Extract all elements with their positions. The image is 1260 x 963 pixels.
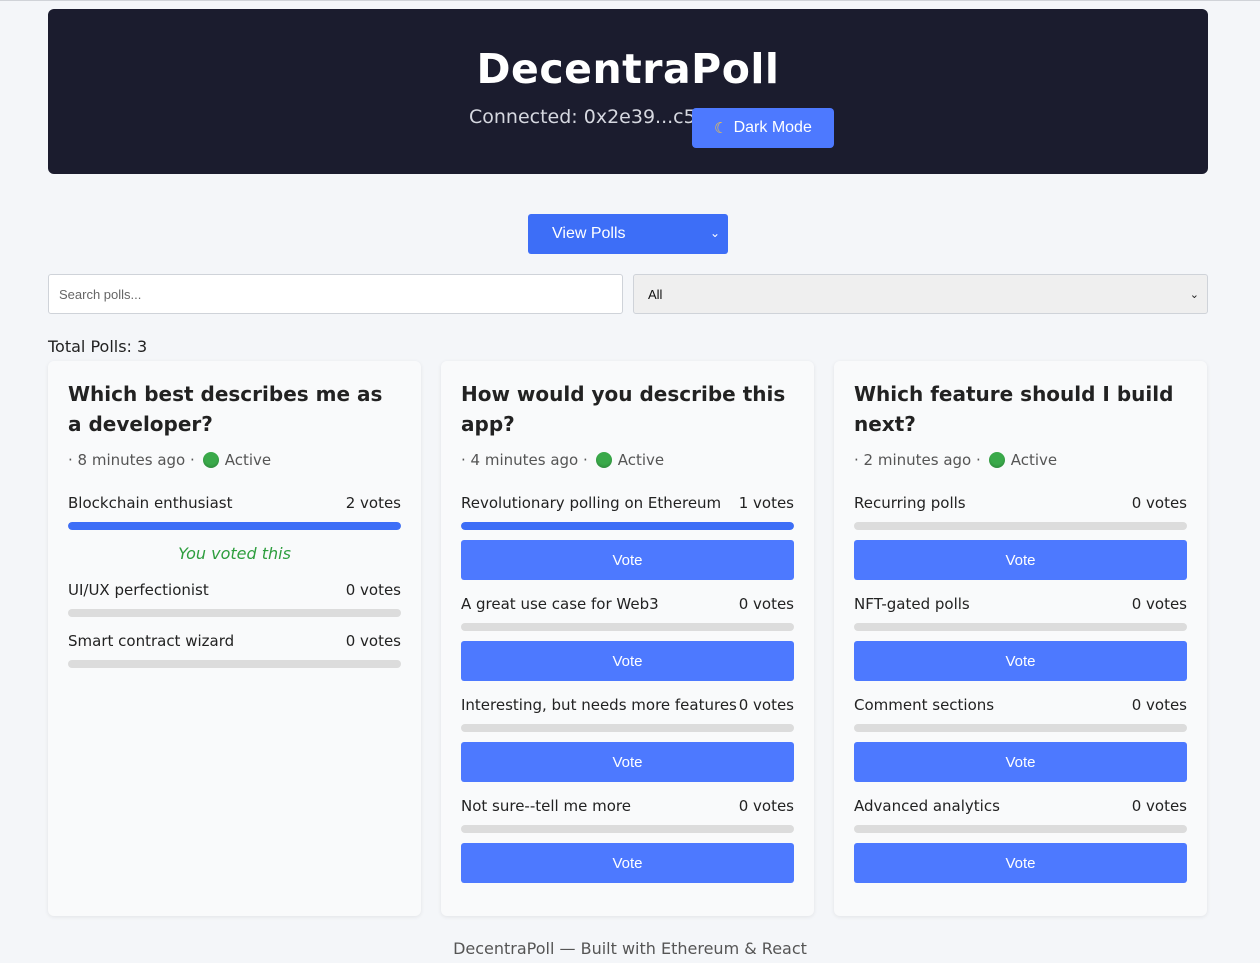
option-label: Not sure--tell me more xyxy=(461,797,631,815)
vote-progress-bar xyxy=(854,623,1187,631)
poll-option: Interesting, but needs more features 0 v… xyxy=(461,696,794,782)
vote-progress-bar xyxy=(854,724,1187,732)
option-votes: 0 votes xyxy=(1131,696,1187,714)
vote-progress-bar xyxy=(461,825,794,833)
vote-button[interactable]: Vote xyxy=(854,843,1187,883)
vote-button[interactable]: Vote xyxy=(461,540,794,580)
poll-meta: · 4 minutes ago · Active xyxy=(461,451,664,469)
poll-option: Revolutionary polling on Ethereum 1 vote… xyxy=(461,494,794,580)
poll-option: Smart contract wizard 0 votes xyxy=(68,632,401,668)
option-votes: 0 votes xyxy=(1131,797,1187,815)
active-status-icon xyxy=(988,452,1005,468)
option-label: Smart contract wizard xyxy=(68,632,235,650)
vote-button[interactable]: Vote xyxy=(854,742,1187,782)
option-votes: 0 votes xyxy=(738,797,794,815)
poll-time: · 4 minutes ago · xyxy=(461,451,588,469)
vote-button[interactable]: Vote xyxy=(461,641,794,681)
vote-progress-bar xyxy=(461,724,794,732)
poll-title: Which feature should I build next? xyxy=(854,382,1174,436)
poll-option: A great use case for Web3 0 votes Vote xyxy=(461,595,794,681)
wallet-address: Connected: 0x2e39...c5b9 xyxy=(469,106,720,128)
vote-button[interactable]: Vote xyxy=(854,540,1187,580)
poll-meta: · 8 minutes ago · Active xyxy=(68,451,271,469)
vote-button[interactable]: Vote xyxy=(461,742,794,782)
vote-progress-bar xyxy=(68,609,401,617)
option-label: Revolutionary polling on Ethereum xyxy=(461,494,722,512)
option-votes: 0 votes xyxy=(1131,595,1187,613)
vote-progress-bar xyxy=(68,522,401,530)
poll-title: Which best describes me as a developer? xyxy=(68,382,383,436)
vote-progress-bar xyxy=(854,522,1187,530)
poll-status: Active xyxy=(1010,451,1058,469)
page-footer: DecentraPoll — Built with Ethereum & Rea… xyxy=(453,939,807,958)
poll-title: How would you describe this app? xyxy=(461,382,786,436)
poll-meta: · 2 minutes ago · Active xyxy=(854,451,1057,469)
poll-card: How would you describe this app? · 4 min… xyxy=(441,361,814,916)
option-label: UI/UX perfectionist xyxy=(68,581,209,599)
view-select[interactable]: View Polls ⌄ xyxy=(528,214,728,254)
option-votes: 2 votes xyxy=(345,494,401,512)
dark-mode-button[interactable]: ☾ Dark Mode xyxy=(692,108,834,148)
option-label: Interesting, but needs more features xyxy=(461,696,737,714)
status-filter-select[interactable]: All ⌄ xyxy=(633,274,1208,314)
active-status-icon xyxy=(595,452,612,468)
vote-button[interactable]: Vote xyxy=(854,641,1187,681)
moon-icon: ☾ xyxy=(714,120,728,137)
poll-option: UI/UX perfectionist 0 votes xyxy=(68,581,401,617)
poll-option: Recurring polls 0 votes Vote xyxy=(854,494,1187,580)
vote-progress-bar xyxy=(461,522,794,530)
option-votes: 0 votes xyxy=(345,632,401,650)
option-votes: 1 votes xyxy=(738,494,794,512)
app-title: DecentraPoll xyxy=(476,45,780,93)
poll-card: Which feature should I build next? · 2 m… xyxy=(834,361,1207,916)
vote-progress-bar xyxy=(854,825,1187,833)
poll-card: Which best describes me as a developer? … xyxy=(48,361,421,916)
voted-indicator: You voted this xyxy=(178,544,291,563)
option-label: Comment sections xyxy=(854,696,995,714)
option-label: Advanced analytics xyxy=(854,797,1000,815)
dark-mode-label: Dark Mode xyxy=(733,119,812,136)
option-votes: 0 votes xyxy=(738,595,794,613)
top-divider xyxy=(0,0,1260,1)
option-label: Recurring polls xyxy=(854,494,966,512)
total-polls: Total Polls: 3 xyxy=(48,337,148,356)
poll-time: · 8 minutes ago · xyxy=(68,451,195,469)
option-votes: 0 votes xyxy=(738,696,794,714)
poll-option: Comment sections 0 votes Vote xyxy=(854,696,1187,782)
option-label: NFT-gated polls xyxy=(854,595,970,613)
poll-option: NFT-gated polls 0 votes Vote xyxy=(854,595,1187,681)
filter-value: All xyxy=(648,286,663,302)
vote-button[interactable]: Vote xyxy=(461,843,794,883)
poll-status: Active xyxy=(617,451,665,469)
poll-status: Active xyxy=(224,451,272,469)
app-header: DecentraPoll Connected: 0x2e39...c5b9 ☾ … xyxy=(48,9,1208,174)
vote-progress-fill xyxy=(68,522,401,530)
poll-option: Not sure--tell me more 0 votes Vote xyxy=(461,797,794,883)
poll-option: Blockchain enthusiast 2 votes You voted … xyxy=(68,494,401,563)
option-label: Blockchain enthusiast xyxy=(68,494,233,512)
active-status-icon xyxy=(202,452,219,468)
option-label: A great use case for Web3 xyxy=(461,595,659,613)
option-votes: 0 votes xyxy=(345,581,401,599)
view-select-value: View Polls xyxy=(552,225,626,242)
poll-option: Advanced analytics 0 votes Vote xyxy=(854,797,1187,883)
vote-progress-bar xyxy=(461,623,794,631)
search-input[interactable]: Search polls... xyxy=(48,274,623,314)
search-placeholder: Search polls... xyxy=(59,286,142,302)
vote-progress-fill xyxy=(461,522,794,530)
vote-progress-bar xyxy=(68,660,401,668)
chevron-down-icon: ⌄ xyxy=(709,226,720,240)
option-votes: 0 votes xyxy=(1131,494,1187,512)
chevron-down-icon: ⌄ xyxy=(1189,289,1199,301)
poll-time: · 2 minutes ago · xyxy=(854,451,981,469)
